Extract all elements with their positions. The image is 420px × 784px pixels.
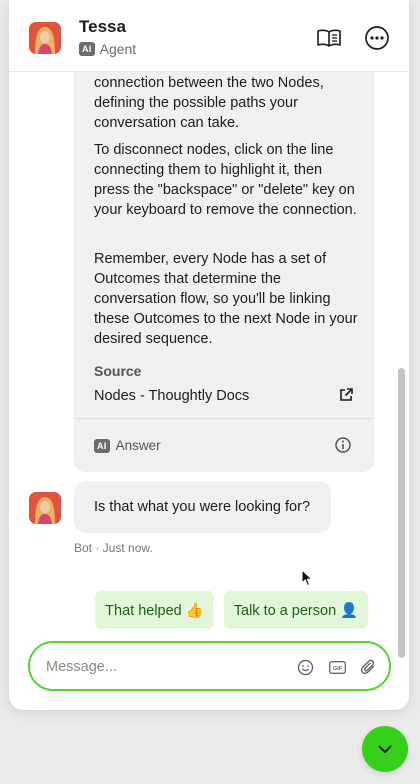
- message-input[interactable]: [46, 656, 276, 678]
- message-meta: Bot · Just now.: [74, 541, 153, 555]
- bot-avatar: [29, 492, 61, 524]
- answer-paragraph: connection between the two Nodes, defini…: [94, 75, 324, 131]
- emoji-icon: [297, 659, 313, 675]
- answer-label: Answer: [115, 438, 161, 453]
- answer-paragraph: Remember, every Node has a set of Outcom…: [94, 251, 358, 347]
- quick-reply-talk-to-person[interactable]: Talk to a person 👤: [224, 591, 368, 629]
- chat-widget: connection between the two Nodes, defini…: [9, 0, 409, 710]
- emoji-button[interactable]: [296, 658, 314, 676]
- external-link-icon[interactable]: [338, 387, 354, 403]
- gif-icon: GIF: [328, 660, 346, 674]
- more-options-button[interactable]: [363, 24, 391, 52]
- quick-reply-that-helped[interactable]: That helped 👍: [95, 591, 214, 629]
- gif-label: GIF: [332, 666, 342, 672]
- answer-paragraph: To disconnect nodes, click on the line c…: [94, 142, 357, 218]
- source-link[interactable]: Nodes - Thoughtly Docs: [94, 386, 249, 406]
- bot-message-text: Is that what you were looking for?: [94, 499, 311, 515]
- knowledge-base-button[interactable]: [315, 24, 343, 52]
- answer-footer: AI Answer: [94, 436, 161, 456]
- message-composer: GIF: [28, 641, 391, 691]
- mouse-cursor-icon: [301, 569, 313, 587]
- paperclip-icon: [360, 659, 374, 674]
- agent-name: Tessa: [79, 17, 126, 36]
- source-title: Source: [94, 363, 142, 379]
- chevron-down-icon: [378, 745, 392, 753]
- ai-badge: AI: [79, 42, 95, 56]
- more-icon: [365, 26, 389, 50]
- answer-bubble: connection between the two Nodes, defini…: [74, 50, 374, 472]
- info-icon[interactable]: [334, 436, 352, 454]
- ai-badge: AI: [94, 439, 110, 453]
- gif-button[interactable]: GIF: [328, 658, 346, 676]
- scrollbar-thumb[interactable]: [398, 368, 405, 658]
- close-chat-launcher-button[interactable]: [362, 726, 408, 772]
- book-icon: [317, 29, 341, 47]
- chat-header: Tessa AI Agent: [9, 0, 409, 72]
- avatar: [29, 22, 61, 54]
- attach-button[interactable]: [359, 658, 377, 676]
- agent-role: Agent: [99, 41, 137, 57]
- answer-divider: [74, 418, 374, 419]
- agent-subtitle: AI Agent: [79, 41, 136, 57]
- bot-message-bubble: Is that what you were looking for?: [74, 481, 331, 533]
